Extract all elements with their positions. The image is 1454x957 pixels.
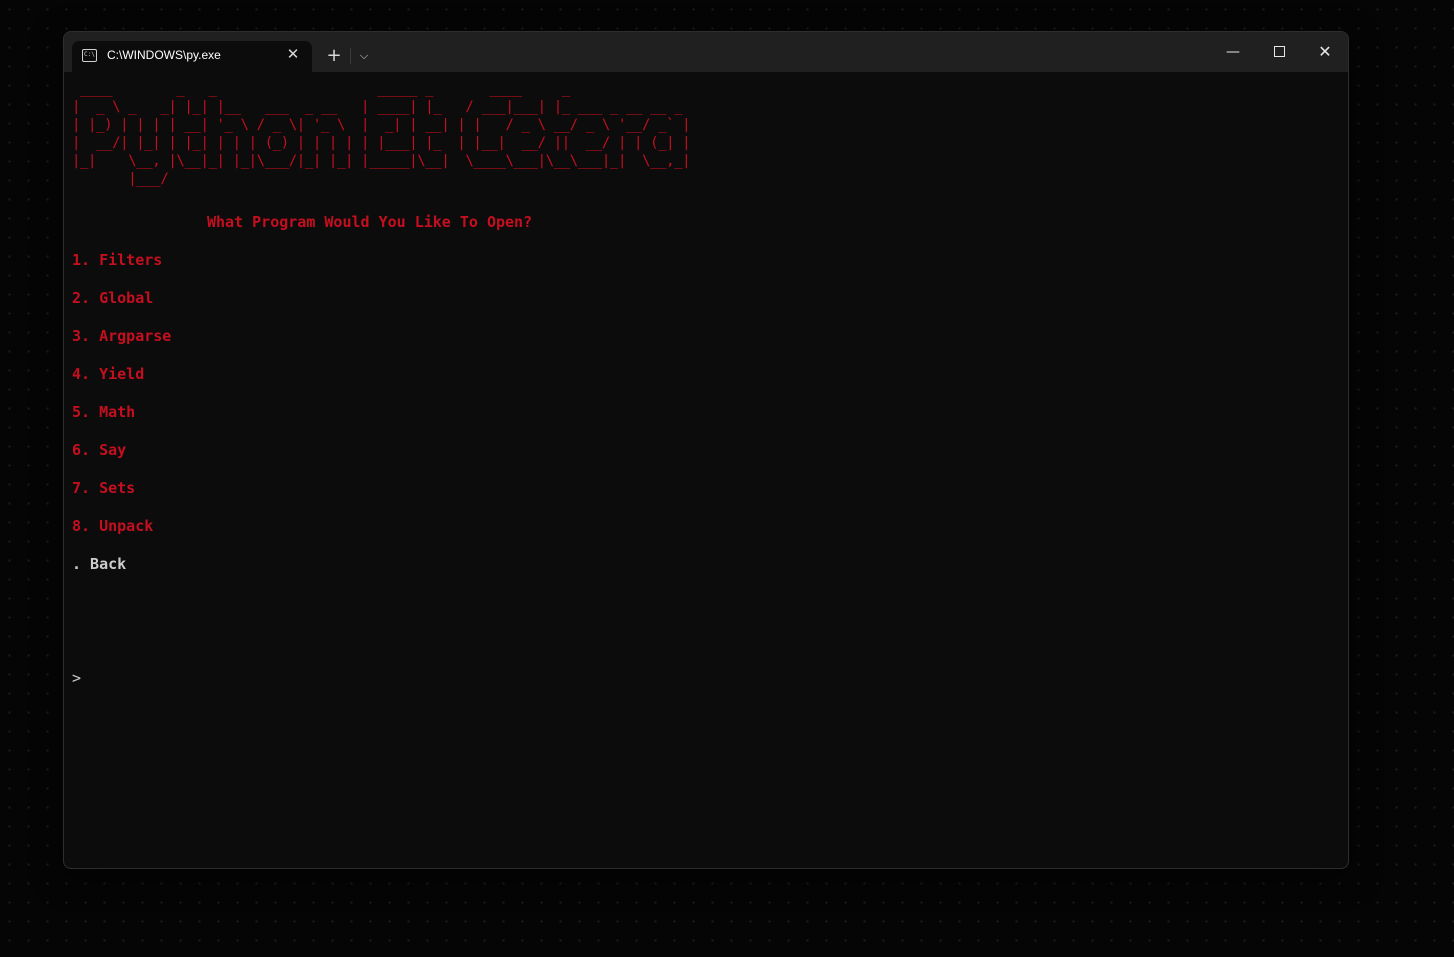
close-window-button[interactable]: ✕: [1302, 32, 1348, 72]
tab-close-icon[interactable]: ✕: [282, 43, 304, 65]
title-bar[interactable]: C:\ C:\WINDOWS\py.exe ✕ + ⌵ — ✕: [64, 32, 1348, 72]
tab-title: C:\WINDOWS\py.exe: [107, 48, 221, 62]
tab-dropdown-button[interactable]: ⌵: [352, 44, 376, 68]
new-tab-button[interactable]: +: [322, 44, 346, 68]
maximize-icon: [1273, 45, 1285, 57]
menu-item-math: 5. Math: [72, 403, 136, 421]
menu-item-global: 2. Global: [72, 289, 154, 307]
menu-item-sets: 7. Sets: [72, 479, 136, 497]
menu-item-filters: 1. Filters: [72, 251, 163, 269]
menu-heading: What Program Would You Like To Open?: [207, 213, 533, 231]
minimize-button[interactable]: —: [1210, 32, 1256, 72]
maximize-button[interactable]: [1256, 32, 1302, 72]
input-prompt[interactable]: >: [72, 669, 81, 687]
terminal-output[interactable]: ____ _ _ _____ _ ____ _ | _ \ _ _| |_| |…: [72, 80, 1340, 860]
tab-py-exe[interactable]: C:\ C:\WINDOWS\py.exe ✕: [72, 41, 312, 72]
tab-separator: [350, 48, 351, 64]
menu-item-argparse: 3. Argparse: [72, 327, 172, 345]
ascii-banner: ____ _ _ _____ _ ____ _ | _ \ _ _| |_| |…: [72, 81, 691, 187]
menu-item-back: . Back: [72, 555, 127, 573]
terminal-window: C:\ C:\WINDOWS\py.exe ✕ + ⌵ — ✕ ____ _ _…: [63, 31, 1349, 869]
menu-item-unpack: 8. Unpack: [72, 517, 154, 535]
terminal-icon: C:\: [82, 49, 97, 62]
menu-item-say: 6. Say: [72, 441, 127, 459]
menu-item-yield: 4. Yield: [72, 365, 145, 383]
